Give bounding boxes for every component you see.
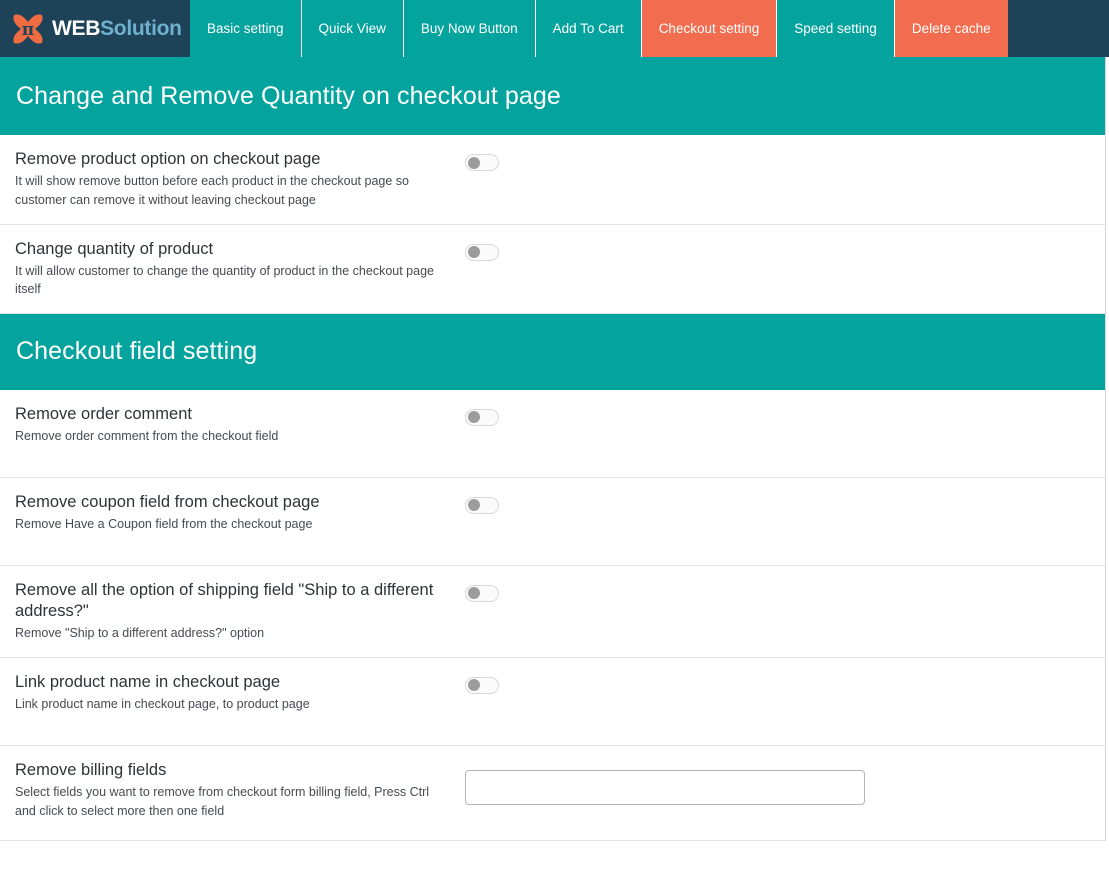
setting-labels: Change quantity of product It will allow…: [0, 239, 465, 300]
setting-title: Remove order comment: [15, 404, 192, 423]
setting-labels: Remove coupon field from checkout page R…: [0, 492, 465, 534]
toggle-link-product-name[interactable]: [465, 676, 499, 694]
setting-description: It will allow customer to change the qua…: [15, 263, 434, 297]
setting-control: [465, 760, 1105, 805]
toggle-knob-icon: [467, 679, 480, 692]
setting-title: Remove all the option of shipping field …: [15, 580, 434, 620]
brand-name-secondary: Solution: [100, 17, 182, 40]
setting-labels: Remove all the option of shipping field …: [0, 580, 465, 643]
setting-control: [465, 492, 1105, 514]
settings-page: Change and Remove Quantity on checkout p…: [0, 57, 1106, 841]
setting-control: [465, 672, 1105, 694]
toggle-knob-icon: [467, 246, 480, 259]
tab-buy-now-button[interactable]: Buy Now Button: [403, 0, 536, 57]
setting-labels: Link product name in checkout page Link …: [0, 672, 465, 714]
top-navigation-bar: π WEBSolution Basic setting Quick View B…: [0, 0, 1109, 57]
brand-logo[interactable]: π WEBSolution: [0, 0, 190, 57]
setting-title: Link product name in checkout page: [15, 672, 281, 691]
setting-row-change-quantity: Change quantity of product It will allow…: [0, 224, 1105, 315]
section-header-checkout-field: Checkout field setting: [0, 314, 1105, 390]
remove-billing-fields-select[interactable]: [465, 769, 865, 805]
setting-control: [465, 239, 1105, 261]
tab-speed-setting[interactable]: Speed setting: [777, 0, 895, 57]
tab-basic-setting[interactable]: Basic setting: [190, 0, 302, 57]
setting-row-link-product-name: Link product name in checkout page Link …: [0, 657, 1105, 746]
toggle-knob-icon: [467, 156, 480, 169]
setting-labels: Remove order comment Remove order commen…: [0, 404, 465, 446]
toggle-knob-icon: [467, 411, 480, 424]
setting-description: Select fields you want to remove from ch…: [15, 784, 430, 818]
setting-labels: Remove product option on checkout page I…: [0, 149, 465, 210]
toggle-knob-icon: [467, 587, 480, 600]
setting-description: Remove order comment from the checkout f…: [15, 428, 279, 443]
svg-text:π: π: [22, 20, 34, 40]
setting-title: Change quantity of product: [15, 239, 214, 258]
setting-description: Remove Have a Coupon field from the chec…: [15, 516, 313, 531]
setting-control: [465, 404, 1105, 426]
toggle-change-quantity[interactable]: [465, 243, 499, 261]
tab-delete-cache[interactable]: Delete cache: [894, 0, 1008, 57]
tab-quick-view[interactable]: Quick View: [301, 0, 404, 57]
setting-description: Remove "Ship to a different address?" op…: [15, 625, 265, 640]
setting-row-remove-order-comment: Remove order comment Remove order commen…: [0, 389, 1105, 478]
tab-add-to-cart[interactable]: Add To Cart: [535, 0, 642, 57]
setting-control: [465, 580, 1105, 602]
setting-title: Remove product option on checkout page: [15, 150, 321, 168]
section-header-quantity: Change and Remove Quantity on checkout p…: [0, 57, 1105, 135]
brand-name-primary: WEB: [52, 17, 101, 40]
brand-name: WEBSolution: [52, 18, 182, 39]
toggle-remove-shipping-option[interactable]: [465, 584, 499, 602]
toggle-knob-icon: [467, 499, 480, 512]
tab-checkout-setting[interactable]: Checkout setting: [641, 0, 778, 57]
setting-title: Remove coupon field from checkout page: [15, 492, 320, 511]
setting-row-remove-coupon-field: Remove coupon field from checkout page R…: [0, 477, 1105, 566]
nav-tab-list: Basic setting Quick View Buy Now Button …: [190, 0, 1008, 57]
setting-row-remove-product-option: Remove product option on checkout page I…: [0, 135, 1105, 225]
setting-description: It will show remove button before each p…: [15, 174, 409, 207]
setting-control: [465, 149, 1105, 171]
pi-x-logo-icon: π: [8, 9, 48, 49]
toggle-remove-coupon-field[interactable]: [465, 496, 499, 514]
toggle-remove-product-option[interactable]: [465, 154, 499, 171]
setting-title: Remove billing fields: [15, 760, 167, 779]
setting-row-remove-billing-fields: Remove billing fields Select fields you …: [0, 745, 1105, 841]
toggle-remove-order-comment[interactable]: [465, 408, 499, 426]
setting-description: Link product name in checkout page, to p…: [15, 696, 310, 711]
setting-row-remove-shipping-option: Remove all the option of shipping field …: [0, 565, 1105, 658]
nav-filler: [1007, 0, 1109, 57]
setting-labels: Remove billing fields Select fields you …: [0, 760, 465, 821]
